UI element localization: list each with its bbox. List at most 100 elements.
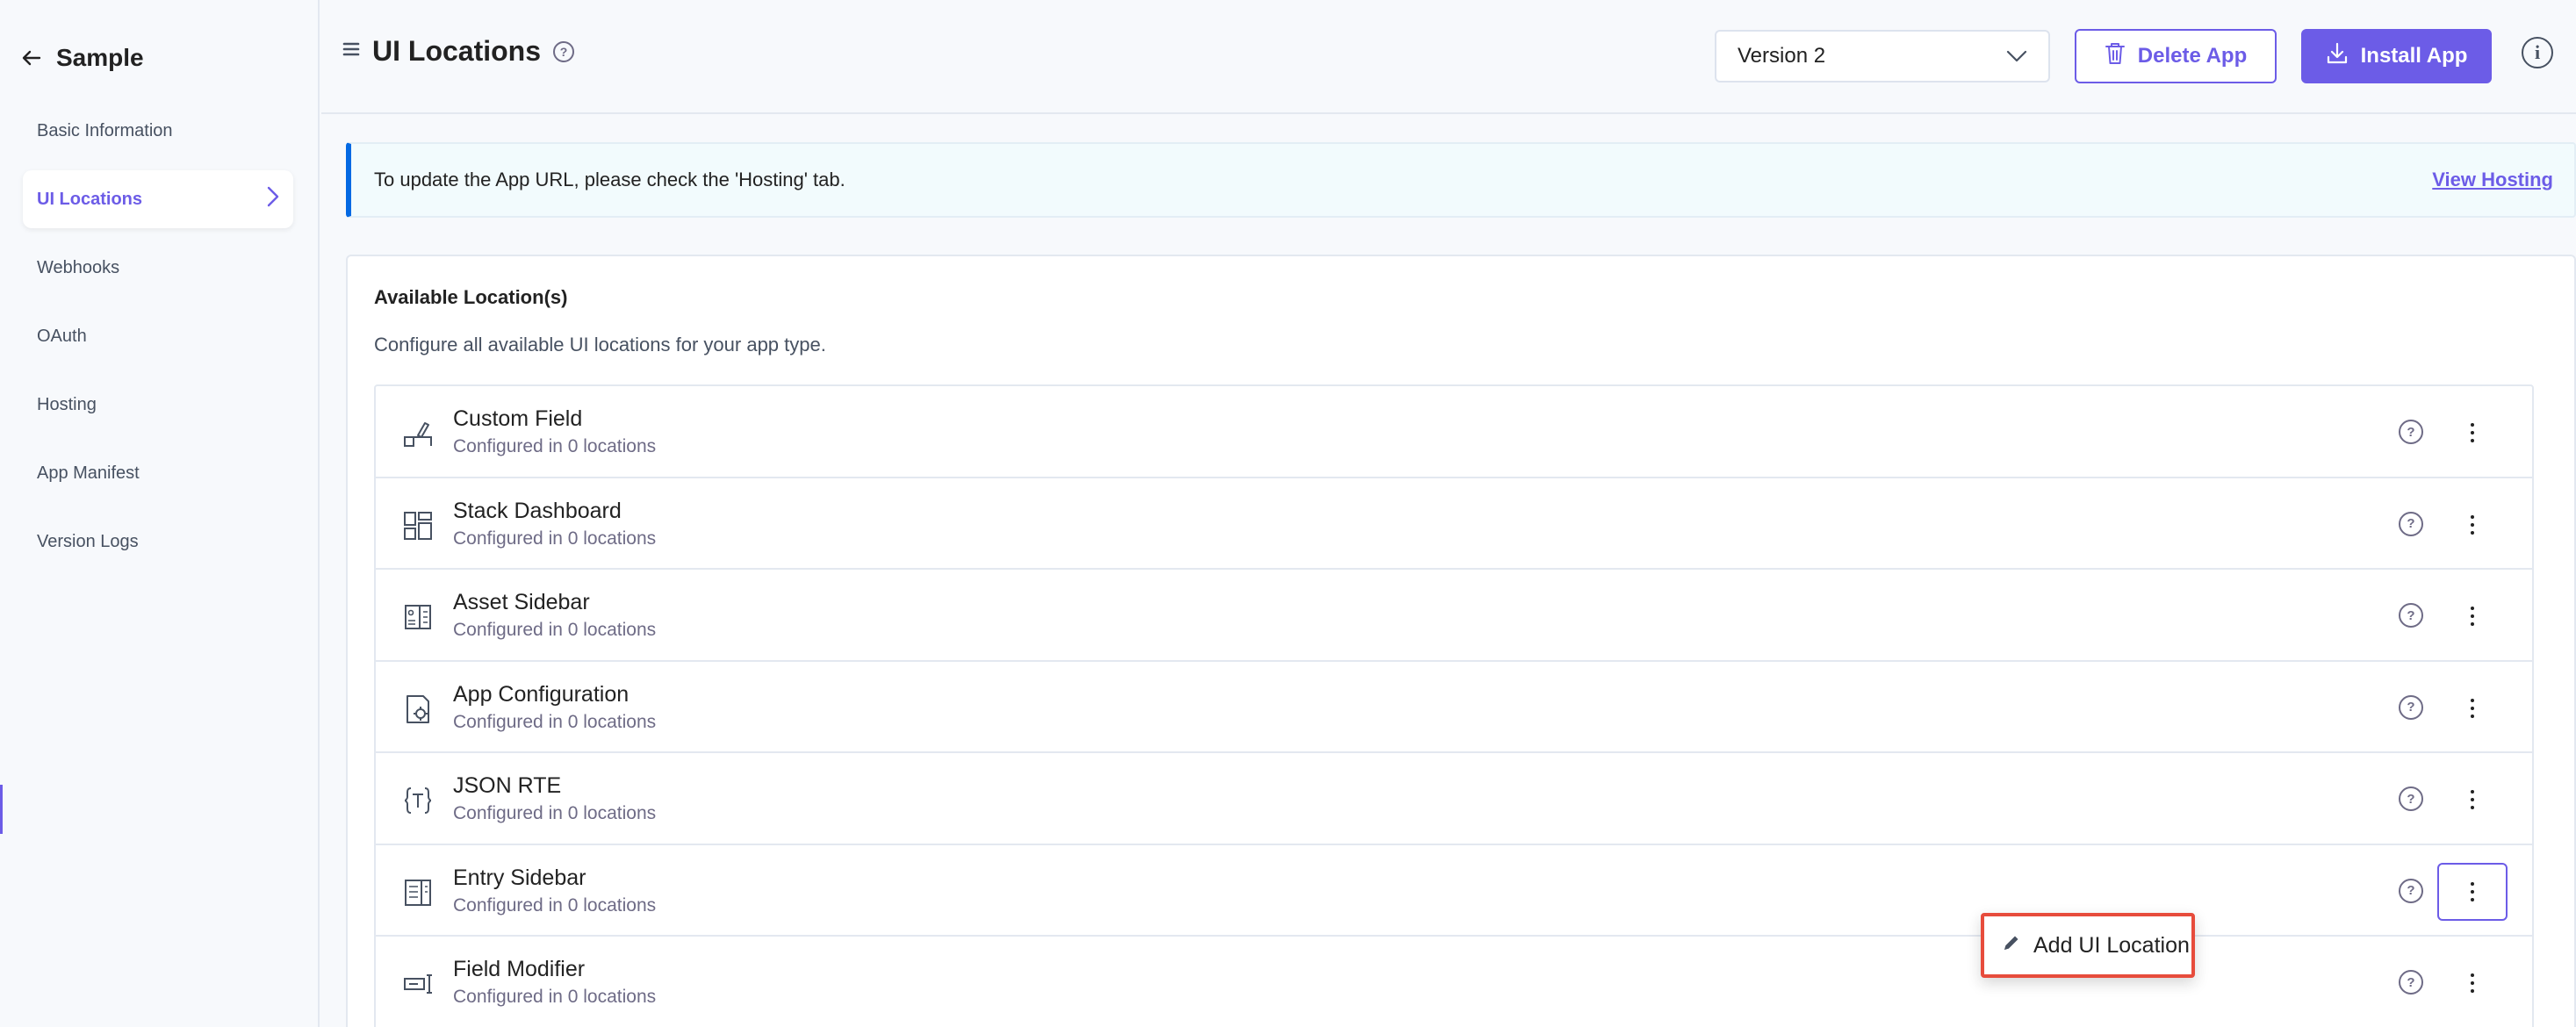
delete-app-label: Delete App [2137,44,2248,68]
install-app-label: Install App [2360,44,2468,68]
sidebar: Sample Basic Information UI Locations We… [0,0,320,1027]
kebab-icon [2471,607,2474,626]
locations-description: Configure all available UI locations for… [374,334,826,356]
kebab-icon [2471,881,2474,901]
app-config-icon [400,692,435,727]
sidebar-resize-handle[interactable] [0,785,3,834]
location-status: Configured in 0 locations [453,436,657,456]
title-group: UI Locations ? [342,35,575,68]
row-text: Asset Sidebar Configured in 0 locations [453,587,656,643]
hamburger-menu-icon[interactable] [342,40,360,62]
location-status: Configured in 0 locations [453,620,657,640]
locations-list: Custom Field Configured in 0 locations ?… [374,384,2534,1027]
location-name: Asset Sidebar [453,590,590,614]
location-status: Configured in 0 locations [453,894,657,916]
more-options-button[interactable] [2437,404,2508,462]
location-status: Configured in 0 locations [453,528,657,549]
row-text: Custom Field Configured in 0 locations [453,404,656,460]
help-icon[interactable]: ? [2399,694,2423,720]
location-name: JSON RTE [453,773,562,798]
view-hosting-link[interactable]: View Hosting [2432,169,2553,191]
location-row-custom-field: Custom Field Configured in 0 locations ? [376,386,2532,478]
location-row-asset-sidebar: Asset Sidebar Configured in 0 locations … [376,570,2532,662]
row-text: App Configuration Configured in 0 locati… [453,679,656,736]
add-ui-location-label: Add UI Location [2033,932,2190,958]
install-icon [2326,42,2349,71]
more-options-button[interactable] [2437,862,2508,921]
info-icon[interactable]: i [2522,37,2553,68]
location-status: Configured in 0 locations [453,803,657,823]
sidebar-nav: Basic Information UI Locations Webhooks … [23,102,293,581]
more-options-button[interactable] [2437,771,2508,829]
dashboard-icon [400,508,435,543]
sidebar-item-hosting[interactable]: Hosting [23,376,293,434]
row-text: Field Modifier Configured in 0 locations [453,954,656,1010]
location-name: Entry Sidebar [453,865,586,890]
sidebar-item-version-logs[interactable]: Version Logs [23,513,293,571]
row-text: JSON RTE Configured in 0 locations [453,771,656,827]
sidebar-item-label: UI Locations [37,189,143,209]
location-status: Configured in 0 locations [453,987,657,1007]
location-name: Field Modifier [453,957,586,981]
help-icon[interactable]: ? [2399,786,2423,811]
sidebar-item-label: OAuth [37,326,87,346]
version-select[interactable]: Version 2 [1715,30,2050,83]
hosting-notice: To update the App URL, please check the … [346,142,2576,218]
chevron-down-icon [2006,44,2027,68]
row-text: Stack Dashboard Configured in 0 location… [453,496,656,552]
kebab-icon [2471,790,2474,809]
sidebar-item-label: Hosting [37,394,97,414]
more-options-button[interactable] [2437,679,2508,737]
sidebar-item-label: Webhooks [37,257,120,277]
location-name: Stack Dashboard [453,498,622,523]
kebab-icon [2471,973,2474,993]
help-icon[interactable]: ? [2399,878,2423,903]
sidebar-header: Sample [21,44,144,72]
location-row-json-rte: JSON RTE Configured in 0 locations ? [376,753,2532,845]
locations-title: Available Location(s) [374,286,568,308]
entry-sidebar-icon [400,875,435,910]
help-icon[interactable]: ? [2399,970,2423,995]
help-icon[interactable]: ? [2399,603,2423,628]
help-icon[interactable]: ? [553,40,575,62]
sidebar-item-label: Basic Information [37,120,173,140]
delete-app-button[interactable]: Delete App [2075,29,2277,83]
sidebar-item-basic-information[interactable]: Basic Information [23,102,293,160]
sidebar-item-app-manifest[interactable]: App Manifest [23,444,293,502]
location-status: Configured in 0 locations [453,711,657,732]
sidebar-item-ui-locations[interactable]: UI Locations [23,170,293,228]
more-options-button[interactable] [2437,954,2508,1012]
install-app-button[interactable]: Install App [2301,29,2492,83]
pencil-icon [2002,933,2021,959]
version-select-value: Version 2 [1738,44,1826,68]
location-name: Custom Field [453,406,583,431]
location-row-entry-sidebar: Entry Sidebar Configured in 0 locations … [376,845,2532,937]
notice-text: To update the App URL, please check the … [374,169,845,190]
sidebar-item-label: Version Logs [37,531,139,551]
sidebar-item-oauth[interactable]: OAuth [23,307,293,365]
more-options-button[interactable] [2437,496,2508,554]
location-row-app-configuration: App Configuration Configured in 0 locati… [376,662,2532,753]
kebab-icon [2471,423,2474,442]
kebab-icon [2471,514,2474,535]
more-options-button[interactable] [2437,587,2508,645]
chevron-right-icon [267,186,279,212]
field-modifier-icon [400,966,435,1002]
page-header: UI Locations ? Version 2 Delete App Inst… [321,0,2576,114]
add-ui-location-menu-item[interactable]: Add UI Location [1981,913,2195,978]
available-locations-card: Available Location(s) Configure all avai… [346,255,2576,1027]
location-name: App Configuration [453,681,630,707]
asset-sidebar-icon [400,600,435,635]
help-icon[interactable]: ? [2399,511,2423,536]
kebab-icon [2471,698,2474,718]
back-arrow-icon[interactable] [21,47,42,68]
location-row-stack-dashboard: Stack Dashboard Configured in 0 location… [376,478,2532,570]
row-text: Entry Sidebar Configured in 0 locations [453,863,656,919]
trash-icon [2105,41,2126,72]
sidebar-item-webhooks[interactable]: Webhooks [23,239,293,297]
app-name: Sample [56,44,144,71]
main-content: UI Locations ? Version 2 Delete App Inst… [321,0,2576,1027]
location-row-field-modifier: Field Modifier Configured in 0 locations… [376,937,2532,1027]
json-rte-icon [400,783,435,818]
help-icon[interactable]: ? [2399,420,2423,444]
